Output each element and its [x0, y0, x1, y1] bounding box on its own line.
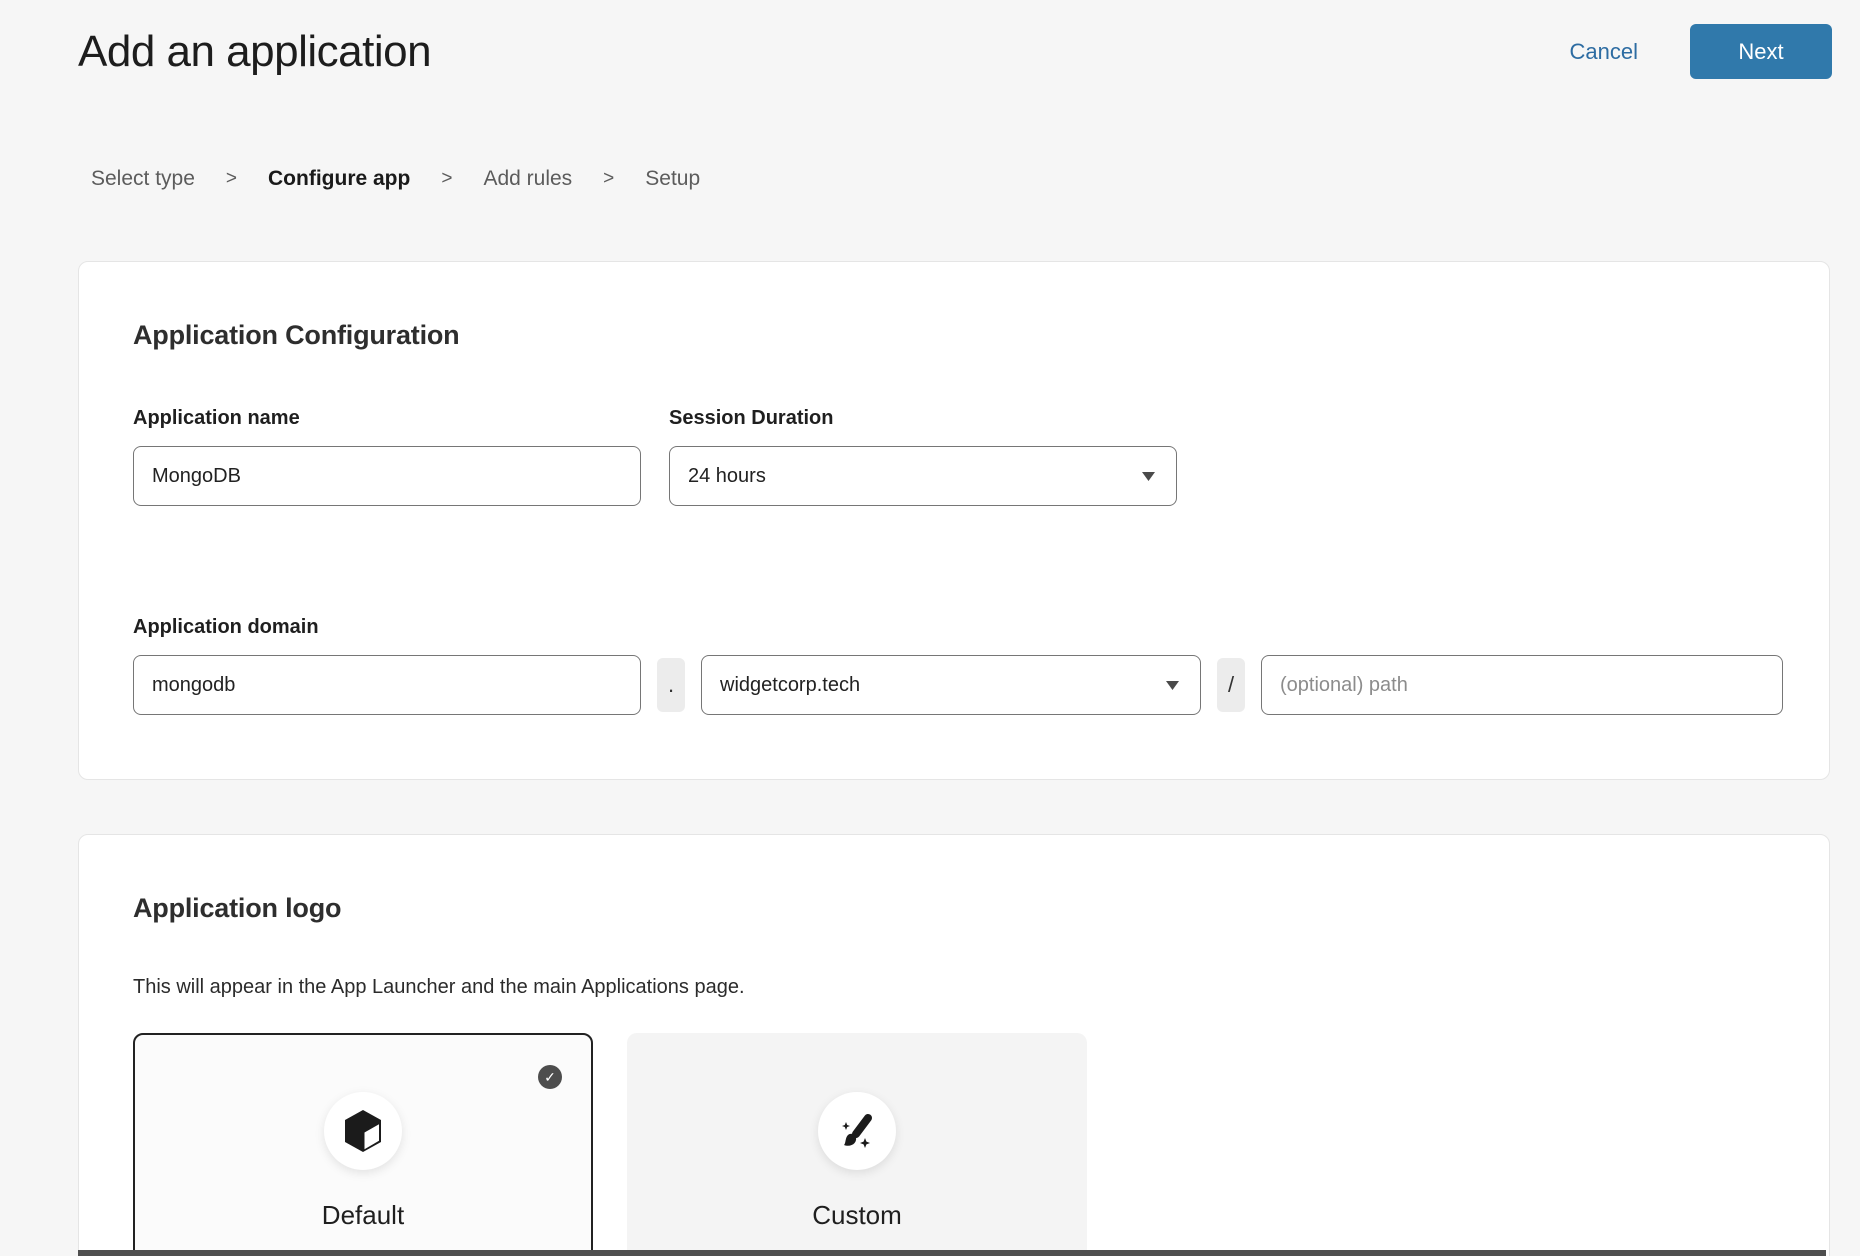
path-input[interactable]: [1261, 655, 1783, 715]
name-duration-row: Application name Session Duration 24 hou…: [133, 407, 1775, 506]
step-add-rules[interactable]: Add rules: [483, 167, 572, 191]
bottom-cutoff-bar: [78, 1250, 1826, 1256]
application-domain-row: Application domain . widgetcorp.tech /: [133, 616, 1775, 715]
logo-description: This will appear in the App Launcher and…: [133, 976, 1775, 999]
subdomain-input[interactable]: [133, 655, 641, 715]
breadcrumb-separator: >: [226, 168, 237, 190]
breadcrumb-separator: >: [441, 168, 452, 190]
logo-heading: Application logo: [133, 893, 1775, 924]
default-logo-circle: [324, 1092, 402, 1170]
domain-select[interactable]: widgetcorp.tech: [701, 655, 1201, 715]
check-icon: ✓: [538, 1065, 562, 1089]
logo-option-default[interactable]: ✓ Default: [133, 1033, 593, 1256]
step-setup[interactable]: Setup: [645, 167, 700, 191]
domain-parts: . widgetcorp.tech /: [133, 655, 1783, 715]
breadcrumb: Select type > Configure app > Add rules …: [91, 167, 1860, 191]
dot-separator: .: [657, 658, 685, 712]
chevron-down-icon: [1141, 471, 1156, 482]
logo-options: ✓ Default Custom: [133, 1033, 1775, 1256]
session-duration-field-group: Session Duration 24 hours: [669, 407, 1177, 506]
session-duration-value: 24 hours: [688, 465, 766, 488]
session-duration-label: Session Duration: [669, 407, 1177, 430]
application-name-input[interactable]: [133, 446, 641, 506]
slash-separator: /: [1217, 658, 1245, 712]
logo-option-custom[interactable]: Custom: [627, 1033, 1087, 1256]
application-domain-label: Application domain: [133, 616, 1783, 639]
cube-icon: [342, 1108, 384, 1154]
step-select-type[interactable]: Select type: [91, 167, 195, 191]
logo-option-label: Custom: [629, 1200, 1085, 1231]
cancel-button[interactable]: Cancel: [1570, 39, 1638, 65]
application-name-field-group: Application name: [133, 407, 641, 506]
header-actions: Cancel Next: [1570, 24, 1832, 79]
page-title: Add an application: [78, 27, 431, 77]
application-logo-card: Application logo This will appear in the…: [78, 834, 1830, 1256]
next-button[interactable]: Next: [1690, 24, 1832, 79]
breadcrumb-separator: >: [603, 168, 614, 190]
custom-logo-circle: [818, 1092, 896, 1170]
paintbrush-icon: [834, 1108, 880, 1154]
chevron-down-icon: [1165, 680, 1180, 691]
application-name-label: Application name: [133, 407, 641, 430]
configuration-heading: Application Configuration: [133, 320, 1775, 351]
domain-select-value: widgetcorp.tech: [720, 674, 860, 697]
application-configuration-card: Application Configuration Application na…: [78, 261, 1830, 780]
page-header: Add an application Cancel Next: [0, 0, 1860, 79]
session-duration-select[interactable]: 24 hours: [669, 446, 1177, 506]
logo-option-label: Default: [135, 1200, 591, 1231]
step-configure-app[interactable]: Configure app: [268, 167, 410, 191]
application-domain-field-group: Application domain . widgetcorp.tech /: [133, 616, 1783, 715]
